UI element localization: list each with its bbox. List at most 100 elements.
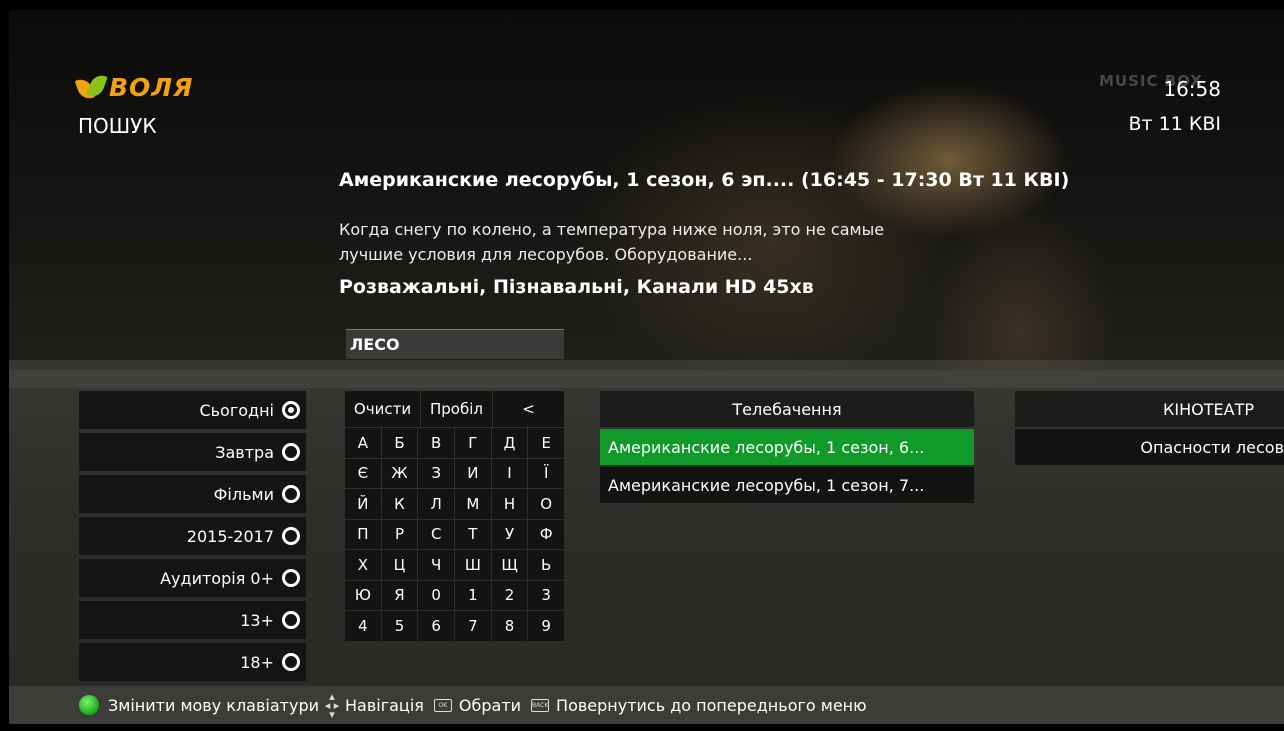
result-item[interactable]: Опасности лесов xyxy=(1015,429,1284,465)
keyboard-row: ЮЯ0123 xyxy=(345,580,565,612)
filter-label: Фільми xyxy=(213,484,274,504)
radio-icon xyxy=(282,569,300,587)
filter-audience-0[interactable]: Аудиторія 0+ xyxy=(79,559,306,597)
key-button[interactable]: С xyxy=(418,519,455,549)
tv-results: Телебачення Американские лесорубы, 1 сез… xyxy=(600,391,974,505)
footer-hints: Змінити мову клавіатури ▴ ◂ ▸ ▾ Навігація … xyxy=(9,686,1284,724)
keyboard-row: ЄЖЗИІЇ xyxy=(345,458,565,490)
key-button[interactable]: У xyxy=(491,519,528,549)
filter-label: Завтра xyxy=(215,442,274,462)
green-button-icon xyxy=(79,695,99,715)
key-button[interactable]: Ї xyxy=(528,458,565,488)
filter-audience-18[interactable]: 18+ xyxy=(79,643,306,681)
tab-tv[interactable]: Телебачення xyxy=(600,391,974,427)
keyboard-row: ХЦЧШЩЬ xyxy=(345,550,565,581)
key-button[interactable]: 0 xyxy=(418,580,455,610)
key-button[interactable]: 8 xyxy=(491,611,528,641)
key-button[interactable]: Л xyxy=(418,489,455,519)
key-button[interactable]: Е xyxy=(528,428,565,458)
keyboard-row: АБВГДЕ xyxy=(345,428,565,459)
filter-label: 18+ xyxy=(240,652,274,672)
key-button[interactable]: Д xyxy=(491,428,528,458)
key-button[interactable]: И xyxy=(455,458,491,488)
cinema-results: КІНОТЕАТР Опасности лесов xyxy=(1015,391,1284,467)
key-button[interactable]: Н xyxy=(491,489,528,519)
radio-selected-icon xyxy=(282,401,300,419)
key-button[interactable]: М xyxy=(455,489,491,519)
tab-cinema[interactable]: КІНОТЕАТР xyxy=(1015,391,1284,427)
key-button[interactable]: 6 xyxy=(418,611,455,641)
key-button[interactable]: Ж xyxy=(381,458,418,488)
keyboard-row: 456789 xyxy=(345,611,565,642)
filter-audience-13[interactable]: 13+ xyxy=(79,601,306,639)
navigation-arrows-icon: ▴ ◂ ▸ ▾ xyxy=(324,689,340,721)
key-button[interactable]: 4 xyxy=(345,611,381,641)
tv-search-screen: ВОЛЯ ПОШУК MUSIC BOX 16:58 Вт 11 КВІ Аме… xyxy=(0,0,1284,731)
radio-icon xyxy=(282,653,300,671)
key-button[interactable]: Ь xyxy=(528,550,565,580)
key-button[interactable]: Я xyxy=(381,580,418,610)
filter-label: 13+ xyxy=(240,610,274,630)
key-button[interactable]: Ч xyxy=(418,550,455,580)
key-button[interactable]: Є xyxy=(345,458,381,488)
logo-leaf-icon xyxy=(74,72,108,102)
key-button[interactable]: Т xyxy=(455,519,491,549)
key-button[interactable]: О xyxy=(528,489,565,519)
keyboard-row: ПРСТУФ xyxy=(345,519,565,551)
key-button[interactable]: Ц xyxy=(381,550,418,580)
key-button[interactable]: 2 xyxy=(491,580,528,610)
filter-tomorrow[interactable]: Завтра xyxy=(79,433,306,471)
radio-icon xyxy=(282,611,300,629)
radio-icon xyxy=(282,443,300,461)
program-description: Когда снегу по колено, а температура ниж… xyxy=(339,220,885,264)
program-genre: Розважальні, Пізнавальні, Канали HD 45хв xyxy=(339,276,814,298)
key-button[interactable]: Р xyxy=(381,519,418,549)
key-button[interactable]: З xyxy=(418,458,455,488)
change-language-hint: Змінити мову клавіатури xyxy=(108,695,319,715)
result-item[interactable]: Американские лесорубы, 1 сезон, 6... xyxy=(600,429,974,465)
key-button[interactable]: П xyxy=(345,519,381,549)
filter-today[interactable]: Сьогодні xyxy=(79,391,306,429)
key-button[interactable]: 3 xyxy=(528,580,565,610)
back-hint: Повернутись до попереднього меню xyxy=(556,695,867,715)
key-button[interactable]: 1 xyxy=(455,580,491,610)
key-button[interactable]: К xyxy=(381,489,418,519)
logo-text: ВОЛЯ xyxy=(109,72,194,102)
ok-key-icon: OK xyxy=(433,698,452,712)
result-item[interactable]: Американские лесорубы, 1 сезон, 7... xyxy=(600,467,974,503)
filter-label: Аудиторія 0+ xyxy=(160,568,274,588)
key-button[interactable]: Г xyxy=(455,428,491,458)
key-button[interactable]: 5 xyxy=(381,611,418,641)
key-button[interactable]: 7 xyxy=(455,611,491,641)
clear-button[interactable]: Очисти xyxy=(345,391,420,427)
search-input[interactable]: ЛЕСО xyxy=(346,329,564,359)
key-button[interactable]: Б xyxy=(381,428,418,458)
filter-label: Сьогодні xyxy=(199,400,274,420)
key-button[interactable]: В xyxy=(418,428,455,458)
key-button[interactable]: 9 xyxy=(528,611,565,641)
key-button[interactable]: А xyxy=(345,428,381,458)
divider xyxy=(9,360,1284,388)
key-button[interactable]: Х xyxy=(345,550,381,580)
filter-films[interactable]: Фільми xyxy=(79,475,306,513)
key-button[interactable]: Ф xyxy=(528,519,565,549)
provider-logo: ВОЛЯ xyxy=(74,72,194,102)
keyboard-row: ЙКЛМНО xyxy=(345,489,565,520)
filter-label: 2015-2017 xyxy=(186,526,274,546)
date: Вт 11 КВІ xyxy=(1128,113,1222,135)
key-button[interactable]: Ю xyxy=(345,580,381,610)
space-button[interactable]: Пробіл xyxy=(421,391,492,427)
backspace-button[interactable]: < xyxy=(493,391,564,427)
key-button[interactable]: Й xyxy=(345,489,381,519)
key-button[interactable]: Щ xyxy=(491,550,528,580)
radio-icon xyxy=(282,485,300,503)
back-key-icon: BACK xyxy=(531,698,550,712)
filter-years[interactable]: 2015-2017 xyxy=(79,517,306,555)
key-button[interactable]: Ш xyxy=(455,550,491,580)
key-button[interactable]: І xyxy=(491,458,528,488)
clock: 16:58 xyxy=(1163,77,1221,101)
navigation-hint: Навігація xyxy=(345,695,424,715)
program-title: Американские лесорубы, 1 сезон, 6 эп....… xyxy=(339,169,1070,191)
on-screen-keyboard: Очисти Пробіл < АБВГДЕЄЖЗИІЇЙКЛМНОПРСТУФ… xyxy=(345,391,565,642)
select-hint: Обрати xyxy=(458,695,522,715)
